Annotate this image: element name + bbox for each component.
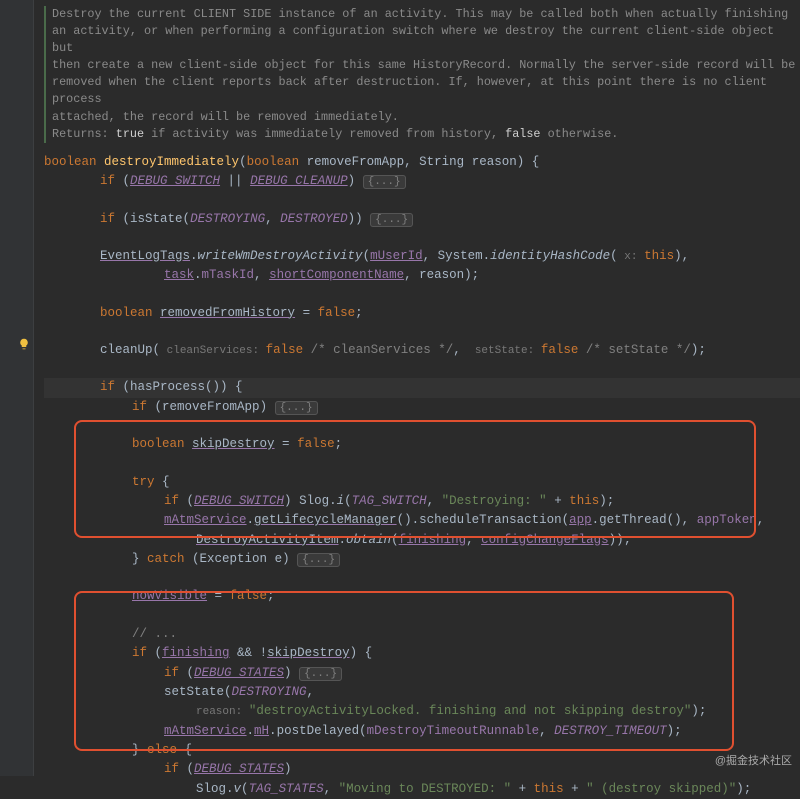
code-line: nowVisible = false; [44,587,800,606]
doc-line: removed when the client reports back aft… [52,74,800,108]
code-line: DestroyActivityItem.obtain(finishing, co… [44,531,800,550]
code-line: boolean skipDestroy = false; [44,435,800,454]
code-line: if (isState(DESTROYING, DESTROYED)) {...… [44,210,800,229]
code-line-current: if (hasProcess()) { [44,378,800,397]
code-line: } else { [44,741,800,760]
editor-gutter [0,0,34,776]
javadoc-block: Destroy the current CLIENT SIDE instance… [44,6,800,143]
doc-line: then create a new client-side object for… [52,57,800,74]
code-line: if (DEBUG_SWITCH || DEBUG_CLEANUP) {...} [44,172,800,191]
doc-line: attached, the record will be removed imm… [52,109,800,126]
code-line: mAtmService.mH.postDelayed(mDestroyTimeo… [44,722,800,741]
code-line: task.mTaskId, shortComponentName, reason… [44,266,800,285]
doc-returns: Returns: true if activity was immediatel… [52,126,800,143]
code-line: // ... [44,625,800,644]
code-line: if (finishing && !skipDestroy) { [44,644,800,663]
fold-marker[interactable]: {...} [299,667,342,681]
doc-line: Destroy the current CLIENT SIDE instance… [52,6,800,23]
code-editor[interactable]: Destroy the current CLIENT SIDE instance… [0,0,800,799]
fold-marker[interactable]: {...} [370,213,413,227]
code-line: try { [44,473,800,492]
fold-marker[interactable]: {...} [275,401,318,415]
lightbulb-icon[interactable] [18,338,30,350]
fold-marker[interactable]: {...} [297,553,340,567]
code-line: if (removeFromApp) {...} [44,398,800,417]
code-line: Slog.v(TAG_STATES, "Moving to DESTROYED:… [44,780,800,799]
code-line: reason: "destroyActivityLocked. finishin… [44,702,800,721]
doc-line: an activity, or when performing a config… [52,23,800,57]
method-signature: boolean destroyImmediately(boolean remov… [44,153,800,172]
code-line: cleanUp( cleanServices: false /* cleanSe… [44,341,800,360]
code-line: } catch (Exception e) {...} [44,550,800,569]
code-line: mAtmService.getLifecycleManager().schedu… [44,511,800,530]
fold-marker[interactable]: {...} [363,175,406,189]
code-line: if (DEBUG_STATES) [44,760,800,779]
code-line: if (DEBUG_STATES) {...} [44,664,800,683]
code-line: setState(DESTROYING, [44,683,800,702]
code-line: EventLogTags.writeWmDestroyActivity(mUse… [44,247,800,266]
code-line: if (DEBUG_SWITCH) Slog.i(TAG_SWITCH, "De… [44,492,800,511]
watermark-text: @掘金技术社区 [715,753,792,770]
code-line: boolean removedFromHistory = false; [44,304,800,323]
